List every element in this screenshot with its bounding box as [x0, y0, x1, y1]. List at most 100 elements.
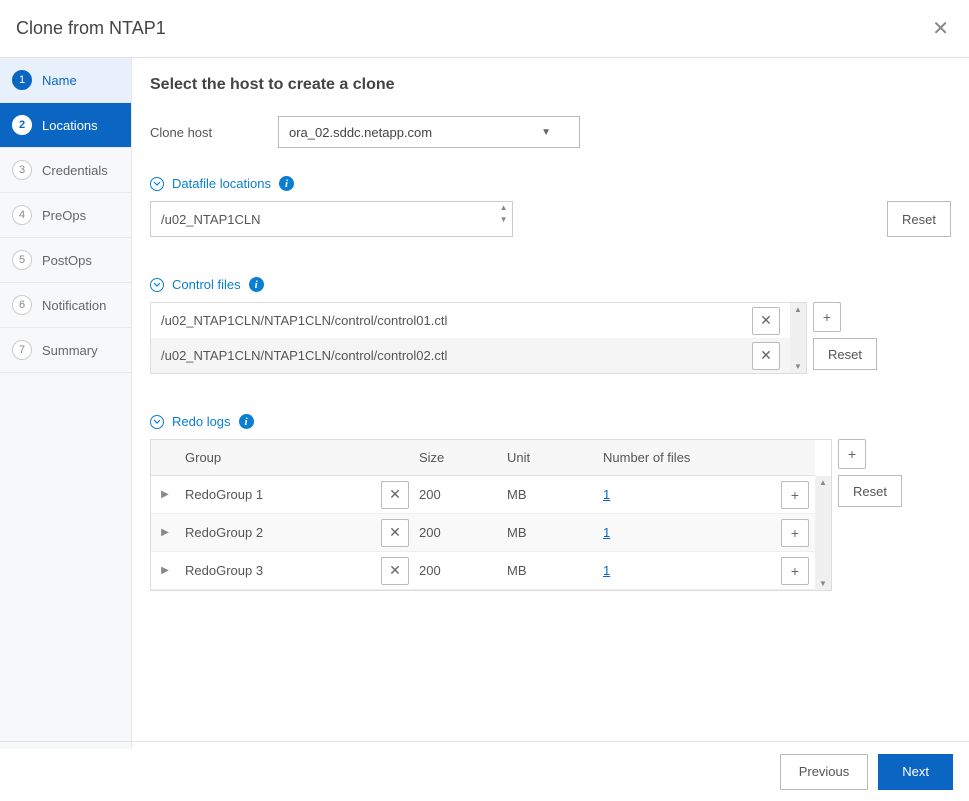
step-label: Summary — [42, 343, 98, 358]
wizard-step-summary[interactable]: 7 Summary — [0, 328, 131, 373]
redo-group: RedoGroup 3 — [179, 563, 371, 578]
main-panel: Select the host to create a clone Clone … — [132, 58, 969, 749]
controlfiles-side-buttons: + Reset — [813, 302, 877, 370]
clone-host-dropdown[interactable]: ora_02.sddc.netapp.com ▼ — [278, 116, 580, 148]
redo-add-button[interactable]: + — [781, 557, 809, 585]
step-label: Credentials — [42, 163, 108, 178]
redo-group: RedoGroup 1 — [179, 487, 371, 502]
wizard-step-name[interactable]: 1 Name — [0, 58, 131, 103]
info-icon[interactable]: i — [249, 277, 264, 292]
controlfile-reset-button[interactable]: Reset — [813, 338, 877, 370]
scrollbar[interactable]: ▲▼ — [790, 303, 806, 373]
datafile-section-header: Datafile locations i — [150, 176, 951, 191]
spinner-icon[interactable]: ▲▼ — [500, 204, 508, 224]
previous-button[interactable]: Previous — [780, 754, 869, 790]
dialog-footer: Previous Next — [0, 741, 969, 801]
redo-reset-button[interactable]: Reset — [838, 475, 902, 507]
redo-numfiles-link[interactable]: 1 — [603, 487, 610, 502]
redo-remove-button[interactable]: ✕ — [381, 557, 409, 585]
controlfile-add-button[interactable]: + — [813, 302, 841, 332]
redo-numfiles-link[interactable]: 1 — [603, 525, 610, 540]
step-label: Locations — [42, 118, 98, 133]
clone-host-value: ora_02.sddc.netapp.com — [289, 125, 432, 140]
col-numfiles: Number of files — [603, 450, 775, 465]
collapse-icon[interactable] — [150, 177, 164, 191]
controlfiles-list: /u02_NTAP1CLN/NTAP1CLN/control/control01… — [150, 302, 807, 374]
step-number: 7 — [12, 340, 32, 360]
controlfile-remove-button[interactable]: ✕ — [752, 342, 780, 370]
controlfile-remove-button[interactable]: ✕ — [752, 307, 780, 335]
redo-numfiles-link[interactable]: 1 — [603, 563, 610, 578]
controlfile-item: /u02_NTAP1CLN/NTAP1CLN/control/control02… — [151, 338, 790, 373]
redo-section-header: Redo logs i — [150, 414, 951, 429]
step-label: PreOps — [42, 208, 86, 223]
expand-icon[interactable]: ▶ — [151, 489, 179, 500]
wizard-step-notification[interactable]: 6 Notification — [0, 283, 131, 328]
next-button[interactable]: Next — [878, 754, 953, 790]
controlfile-item: /u02_NTAP1CLN/NTAP1CLN/control/control01… — [151, 303, 790, 338]
controlfile-path: /u02_NTAP1CLN/NTAP1CLN/control/control01… — [161, 313, 752, 328]
redo-row: ▶ RedoGroup 3 ✕ 200 MB 1 + — [151, 552, 815, 590]
wizard-sidebar: 1 Name 2 Locations 3 Credentials 4 PreOp… — [0, 58, 132, 749]
step-number: 1 — [12, 70, 32, 90]
dialog-header: Clone from NTAP1 ✕ — [0, 0, 969, 58]
step-label: PostOps — [42, 253, 92, 268]
info-icon[interactable]: i — [239, 414, 254, 429]
datafile-label: Datafile locations — [172, 176, 271, 191]
collapse-icon[interactable] — [150, 415, 164, 429]
redo-add-button[interactable]: + — [781, 481, 809, 509]
redo-row: ▶ RedoGroup 2 ✕ 200 MB 1 + — [151, 514, 815, 552]
redo-remove-button[interactable]: ✕ — [381, 481, 409, 509]
redo-table-header: Group Size Unit Number of files — [151, 440, 815, 476]
redo-label: Redo logs — [172, 414, 231, 429]
info-icon[interactable]: i — [279, 176, 294, 191]
page-title: Select the host to create a clone — [150, 76, 951, 94]
col-size: Size — [419, 450, 507, 465]
clone-host-label: Clone host — [150, 125, 278, 140]
clone-host-row: Clone host ora_02.sddc.netapp.com ▼ — [150, 116, 951, 148]
step-number: 6 — [12, 295, 32, 315]
expand-icon[interactable]: ▶ — [151, 565, 179, 576]
datafile-path-input[interactable]: /u02_NTAP1CLN ▲▼ — [150, 201, 513, 237]
dialog-title: Clone from NTAP1 — [16, 18, 166, 39]
step-number: 5 — [12, 250, 32, 270]
wizard-step-credentials[interactable]: 3 Credentials — [0, 148, 131, 193]
wizard-step-postops[interactable]: 5 PostOps — [0, 238, 131, 283]
controlfiles-label: Control files — [172, 277, 241, 292]
step-number: 2 — [12, 115, 32, 135]
redo-side-buttons: + Reset — [838, 439, 902, 507]
controlfiles-section-header: Control files i — [150, 277, 951, 292]
redo-wrap: Group Size Unit Number of files ▶ RedoGr… — [150, 439, 951, 591]
step-number: 4 — [12, 205, 32, 225]
redo-row: ▶ RedoGroup 1 ✕ 200 MB 1 + — [151, 476, 815, 514]
expand-icon[interactable]: ▶ — [151, 527, 179, 538]
wizard-step-preops[interactable]: 4 PreOps — [0, 193, 131, 238]
redo-unit: MB — [507, 525, 603, 540]
datafile-path-value: /u02_NTAP1CLN — [161, 212, 260, 227]
step-label: Name — [42, 73, 77, 88]
datafile-reset-button[interactable]: Reset — [887, 201, 951, 237]
scrollbar[interactable]: ▲▼ — [815, 476, 831, 590]
collapse-icon[interactable] — [150, 278, 164, 292]
step-number: 3 — [12, 160, 32, 180]
datafile-row: /u02_NTAP1CLN ▲▼ Reset — [150, 201, 951, 237]
controlfiles-wrap: /u02_NTAP1CLN/NTAP1CLN/control/control01… — [150, 302, 951, 374]
step-label: Notification — [42, 298, 106, 313]
redo-size: 200 — [419, 525, 507, 540]
redo-unit: MB — [507, 563, 603, 578]
col-unit: Unit — [507, 450, 603, 465]
redo-unit: MB — [507, 487, 603, 502]
col-group: Group — [179, 450, 371, 465]
redo-add-button[interactable]: + — [781, 519, 809, 547]
chevron-down-icon: ▼ — [541, 127, 551, 138]
redo-group-add-button[interactable]: + — [838, 439, 866, 469]
controlfile-path: /u02_NTAP1CLN/NTAP1CLN/control/control02… — [161, 348, 752, 363]
close-icon[interactable]: ✕ — [928, 12, 953, 45]
redo-size: 200 — [419, 487, 507, 502]
redo-size: 200 — [419, 563, 507, 578]
redo-remove-button[interactable]: ✕ — [381, 519, 409, 547]
redo-group: RedoGroup 2 — [179, 525, 371, 540]
dialog-body: 1 Name 2 Locations 3 Credentials 4 PreOp… — [0, 58, 969, 749]
wizard-step-locations[interactable]: 2 Locations — [0, 103, 131, 148]
redo-table: Group Size Unit Number of files ▶ RedoGr… — [150, 439, 832, 591]
